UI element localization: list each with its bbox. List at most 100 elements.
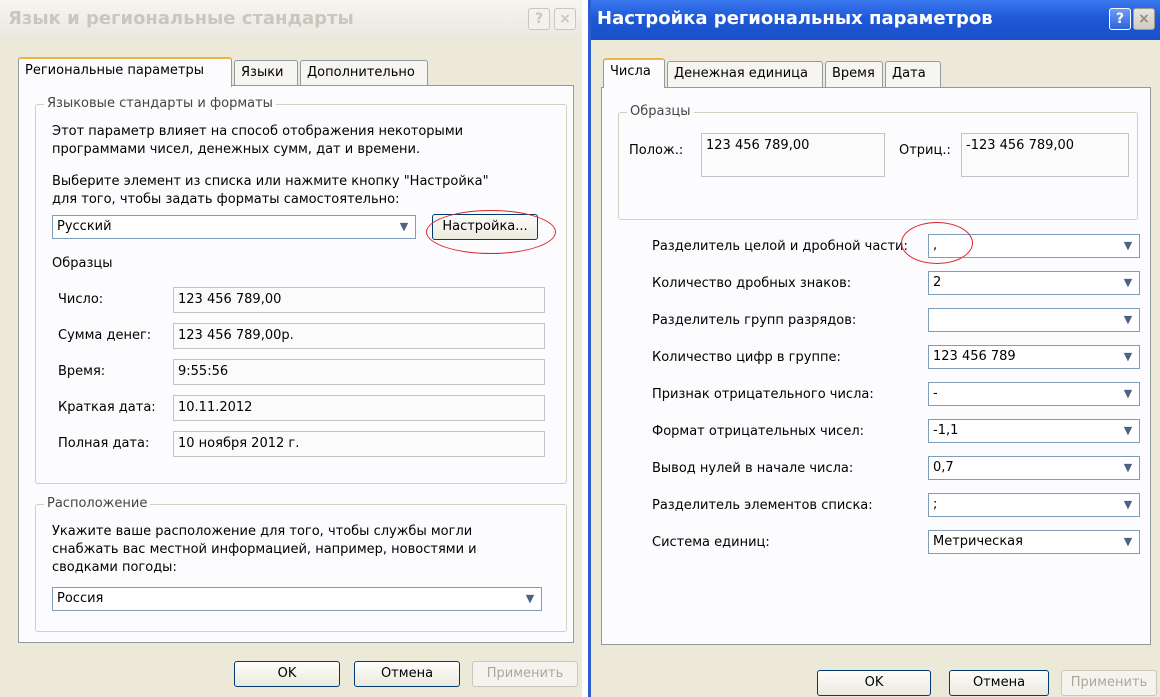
sample-time-value: 9:55:56: [178, 364, 229, 379]
sample-number-value: 123 456 789,00: [178, 292, 282, 307]
locale-value: Русский: [57, 219, 112, 234]
tab-advanced[interactable]: Дополнительно: [300, 60, 428, 86]
formats-description-line2: программами чисел, денежных сумм, дат и …: [52, 142, 421, 157]
title-bar: Настройка региональных параметров ? ×: [591, 0, 1160, 40]
negative-sign-dropdown[interactable]: - ▼: [928, 382, 1140, 406]
digit-grouping-dropdown[interactable]: 123 456 789 ▼: [928, 345, 1140, 369]
locale-dropdown[interactable]: Русский ▼: [52, 215, 416, 239]
list-separator-label: Разделитель элементов списка:: [652, 498, 873, 513]
chevron-down-icon: ▼: [1123, 498, 1133, 511]
chevron-down-icon: ▼: [525, 592, 535, 605]
decimal-digits-value: 2: [933, 275, 942, 290]
negative-sign-value: -: [933, 386, 938, 401]
sample-long-date-field: 10 ноября 2012 г.: [173, 431, 545, 457]
tab-date[interactable]: Дата: [885, 61, 941, 87]
decimal-symbol-dropdown[interactable]: , ▼: [928, 234, 1140, 258]
chevron-down-icon: ▼: [1123, 387, 1133, 400]
positive-sample-value: 123 456 789,00: [706, 138, 810, 153]
tab-panel: Образцы Полож.: 123 456 789,00 Отриц.: -…: [601, 87, 1151, 645]
sample-currency-field: 123 456 789,00р.: [173, 323, 545, 349]
location-description-line1: Укажите ваше расположение для того, чтоб…: [52, 524, 473, 539]
location-legend: Расположение: [44, 496, 151, 511]
leading-zeros-label: Вывод нулей в начале числа:: [652, 461, 854, 476]
regional-options-dialog: Язык и региональные стандарты ? × Регион…: [0, 0, 582, 697]
list-separator-value: ;: [933, 497, 938, 512]
customize-regional-options-dialog: Настройка региональных параметров ? × Чи…: [588, 0, 1160, 697]
location-value: Россия: [57, 591, 104, 606]
tab-time[interactable]: Время: [825, 61, 883, 87]
sample-short-date-label: Краткая дата:: [58, 400, 156, 415]
help-button[interactable]: ?: [1109, 8, 1131, 30]
chevron-down-icon: ▼: [1123, 461, 1133, 474]
samples-group: Образцы Полож.: 123 456 789,00 Отриц.: -…: [618, 104, 1138, 220]
apply-button[interactable]: Применить: [1061, 670, 1157, 696]
help-button[interactable]: ?: [528, 8, 550, 30]
negative-sign-label: Признак отрицательного числа:: [652, 387, 874, 402]
negative-number-format-value: -1,1: [933, 423, 959, 438]
close-button[interactable]: ×: [554, 8, 576, 30]
sample-short-date-field: 10.11.2012: [173, 395, 545, 421]
tab-languages[interactable]: Языки: [234, 60, 298, 86]
sample-long-date-value: 10 ноября 2012 г.: [178, 436, 300, 451]
customize-button[interactable]: Настройка...: [432, 214, 538, 240]
chevron-down-icon: ▼: [1123, 424, 1133, 437]
measurement-system-value: Метрическая: [933, 534, 1023, 549]
negative-number-format-dropdown[interactable]: -1,1 ▼: [928, 419, 1140, 443]
chevron-down-icon: ▼: [1123, 276, 1133, 289]
tab-numbers[interactable]: Числа: [603, 58, 665, 88]
cancel-button[interactable]: Отмена: [354, 661, 460, 687]
positive-label: Полож.:: [629, 143, 684, 158]
negative-number-format-label: Формат отрицательных чисел:: [652, 424, 865, 439]
location-group: Расположение Укажите ваше расположение д…: [35, 496, 567, 632]
samples-label: Образцы: [52, 256, 113, 271]
positive-sample-field: 123 456 789,00: [701, 133, 885, 177]
leading-zeros-value: 0,7: [933, 460, 954, 475]
location-description-line3: сводками погоды:: [52, 560, 177, 575]
location-dropdown[interactable]: Россия ▼: [52, 587, 542, 611]
decimal-symbol-label: Разделитель целой и дробной части:: [652, 239, 908, 254]
digit-grouping-symbol-label: Разделитель групп разрядов:: [652, 313, 857, 328]
measurement-system-label: Система единиц:: [652, 535, 770, 550]
formats-group: Языковые стандарты и форматы Этот параме…: [35, 96, 567, 484]
chevron-down-icon: ▼: [399, 220, 409, 233]
measurement-system-dropdown[interactable]: Метрическая ▼: [928, 530, 1140, 554]
formats-legend: Языковые стандарты и форматы: [44, 96, 276, 111]
close-button[interactable]: ×: [1133, 8, 1155, 30]
sample-long-date-label: Полная дата:: [58, 436, 150, 451]
tab-currency[interactable]: Денежная единица: [667, 61, 823, 87]
chevron-down-icon: ▼: [1123, 239, 1133, 252]
choose-instruction-line1: Выберите элемент из списка или нажмите к…: [52, 174, 489, 189]
digit-grouping-value: 123 456 789: [933, 349, 1016, 364]
formats-description-line1: Этот параметр влияет на способ отображен…: [52, 124, 464, 139]
list-separator-dropdown[interactable]: ; ▼: [928, 493, 1140, 517]
samples-legend: Образцы: [627, 104, 694, 119]
tab-panel: Языковые стандарты и форматы Этот параме…: [18, 85, 574, 643]
chevron-down-icon: ▼: [1123, 313, 1133, 326]
cancel-button[interactable]: Отмена: [949, 670, 1049, 696]
apply-button[interactable]: Применить: [472, 661, 578, 687]
choose-instruction-line2: для того, чтобы задать форматы самостоят…: [52, 192, 400, 207]
sample-time-field: 9:55:56: [173, 359, 545, 385]
window-title: Язык и региональные стандарты: [8, 8, 354, 29]
digit-grouping-label: Количество цифр в группе:: [652, 350, 841, 365]
sample-time-label: Время:: [58, 364, 106, 379]
location-description-line2: снабжать вас местной информацией, наприм…: [52, 542, 477, 557]
title-bar: Язык и региональные стандарты ? ×: [0, 0, 582, 40]
sample-currency-label: Сумма денег:: [58, 328, 152, 343]
sample-short-date-value: 10.11.2012: [178, 400, 253, 415]
decimal-digits-dropdown[interactable]: 2 ▼: [928, 271, 1140, 295]
leading-zeros-dropdown[interactable]: 0,7 ▼: [928, 456, 1140, 480]
ok-button[interactable]: OK: [234, 661, 340, 687]
sample-number-label: Число:: [58, 292, 104, 307]
decimal-symbol-value: ,: [933, 238, 938, 253]
tab-regional-options[interactable]: Региональные параметры: [18, 57, 232, 87]
ok-button[interactable]: OK: [817, 670, 931, 696]
window-title: Настройка региональных параметров: [597, 8, 993, 29]
decimal-digits-label: Количество дробных знаков:: [652, 276, 852, 291]
negative-label: Отриц.:: [899, 143, 951, 158]
negative-sample-value: -123 456 789,00: [966, 138, 1075, 153]
negative-sample-field: -123 456 789,00: [961, 133, 1129, 177]
sample-currency-value: 123 456 789,00р.: [178, 328, 294, 343]
chevron-down-icon: ▼: [1123, 535, 1133, 548]
digit-grouping-symbol-dropdown[interactable]: ▼: [928, 308, 1140, 332]
